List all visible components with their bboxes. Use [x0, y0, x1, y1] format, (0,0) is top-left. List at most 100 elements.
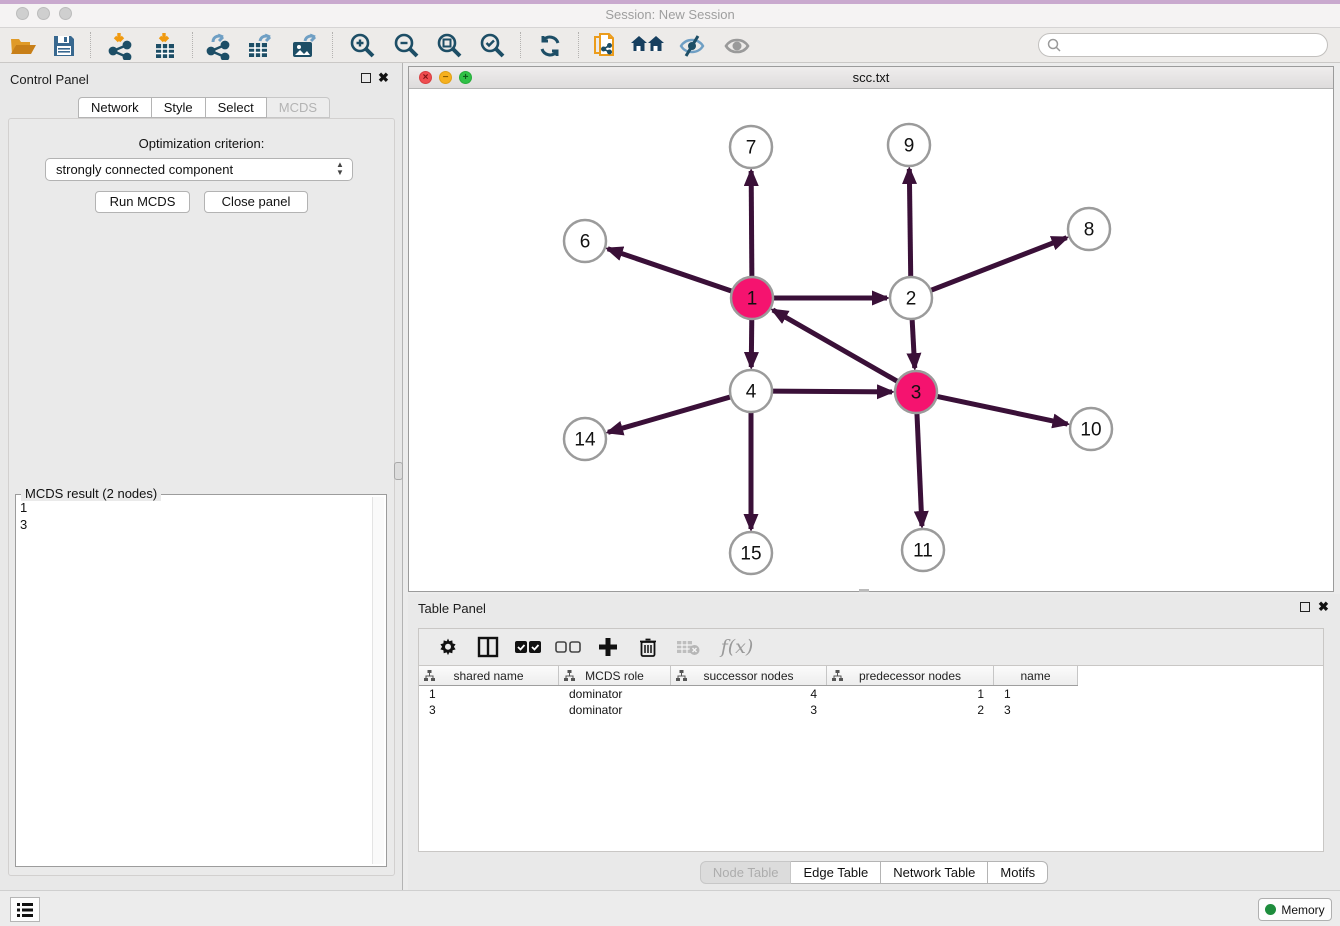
- node-table[interactable]: shared nameMCDS rolesuccessor nodes prede…: [418, 665, 1324, 852]
- edge-3-1[interactable]: [773, 310, 898, 382]
- tab-style[interactable]: Style: [152, 97, 206, 118]
- show-all-button[interactable]: [719, 30, 755, 61]
- cell-predecessor-nodes[interactable]: 2: [827, 702, 994, 718]
- zoom-fit-icon: [435, 32, 463, 60]
- export-table-button[interactable]: [243, 30, 279, 61]
- cell-successor-nodes[interactable]: 3: [671, 702, 827, 718]
- memory-button[interactable]: Memory: [1258, 898, 1332, 921]
- delete-table-button[interactable]: [675, 634, 701, 660]
- network-view-window: × − + scc.txt 7968124314101511: [408, 66, 1334, 592]
- fx-icon: f(x): [721, 636, 754, 658]
- cell-shared-name[interactable]: 1: [419, 686, 559, 702]
- network-resize-handle[interactable]: [859, 589, 869, 592]
- network-window-titlebar[interactable]: × − + scc.txt: [409, 67, 1333, 89]
- search-input[interactable]: [1061, 37, 1327, 53]
- close-panel-icon[interactable]: ✖: [378, 70, 389, 86]
- edge-3-11[interactable]: [917, 413, 922, 526]
- import-table-button[interactable]: [147, 30, 183, 61]
- zoom-out-button[interactable]: [388, 30, 424, 61]
- clone-network-icon: [592, 32, 618, 60]
- select-all-button[interactable]: [515, 634, 541, 660]
- table-settings-button[interactable]: [435, 634, 461, 660]
- panel-splitter-handle[interactable]: [394, 462, 403, 480]
- delete-column-button[interactable]: [635, 634, 661, 660]
- export-network-button[interactable]: [201, 30, 237, 61]
- trash-icon: [639, 637, 657, 657]
- tab-motifs[interactable]: Motifs: [988, 861, 1048, 884]
- task-history-button[interactable]: [10, 897, 40, 922]
- edge-1-4[interactable]: [751, 319, 752, 367]
- optimization-criterion-select[interactable]: strongly connected component ▲▼: [45, 158, 353, 181]
- column-header-successor-nodes[interactable]: successor nodes: [671, 666, 827, 685]
- tab-edge-table[interactable]: Edge Table: [791, 861, 881, 884]
- mcds-result-text[interactable]: 1 3: [20, 499, 370, 862]
- cell-successor-nodes[interactable]: 4: [671, 686, 827, 702]
- result-scrollbar[interactable]: [372, 497, 384, 864]
- memory-label: Memory: [1281, 903, 1324, 917]
- clone-network-button[interactable]: [587, 30, 623, 61]
- refresh-icon: [537, 33, 563, 59]
- cell-name[interactable]: 1: [994, 686, 1078, 702]
- close-panel-button[interactable]: Close panel: [204, 191, 308, 213]
- table-row[interactable]: 3dominator323: [419, 702, 1323, 718]
- tab-mcds[interactable]: MCDS: [267, 97, 330, 118]
- run-mcds-button[interactable]: Run MCDS: [95, 191, 190, 213]
- edge-4-3[interactable]: [772, 391, 892, 392]
- tab-network[interactable]: Network: [78, 97, 152, 118]
- column-header-name[interactable]: name: [994, 666, 1078, 685]
- close-table-panel-icon[interactable]: ✖: [1318, 599, 1329, 615]
- zoom-in-button[interactable]: [344, 30, 380, 61]
- main-toolbar: [0, 28, 1340, 63]
- refresh-button[interactable]: [532, 30, 568, 61]
- edge-4-14[interactable]: [608, 397, 731, 433]
- float-table-panel-icon[interactable]: [1300, 602, 1310, 612]
- node-label-2: 2: [906, 289, 917, 310]
- control-panel-title: Control Panel: [10, 72, 89, 87]
- tab-network-table[interactable]: Network Table: [881, 861, 988, 884]
- float-panel-icon[interactable]: [361, 73, 371, 83]
- edge-3-10[interactable]: [937, 396, 1068, 424]
- column-header-predecessor-nodes[interactable]: predecessor nodes: [827, 666, 994, 685]
- titlebar[interactable]: Session: New Session: [0, 4, 1340, 28]
- first-neighbors-button[interactable]: [630, 30, 666, 61]
- cell-predecessor-nodes[interactable]: 1: [827, 686, 994, 702]
- export-image-button[interactable]: [287, 30, 323, 61]
- toolbar-separator: [192, 32, 193, 58]
- edge-2-3[interactable]: [912, 319, 915, 368]
- save-session-button[interactable]: [46, 30, 82, 61]
- add-column-button[interactable]: [595, 634, 621, 660]
- export-image-icon: [290, 32, 320, 60]
- export-table-icon: [246, 32, 276, 60]
- network-canvas-svg[interactable]: 7968124314101511: [409, 89, 1333, 591]
- network-window-title: scc.txt: [409, 70, 1333, 85]
- column-label: predecessor nodes: [859, 669, 961, 683]
- node-label-15: 15: [740, 544, 761, 565]
- search-box[interactable]: [1038, 33, 1328, 57]
- open-session-button[interactable]: [5, 30, 41, 61]
- edge-2-8[interactable]: [931, 238, 1067, 291]
- edge-2-9[interactable]: [909, 169, 910, 277]
- cell-MCDS-role[interactable]: dominator: [559, 686, 671, 702]
- tab-select[interactable]: Select: [206, 97, 267, 118]
- search-icon: [1047, 38, 1061, 52]
- zoom-fit-button[interactable]: [431, 30, 467, 61]
- application-window: Session: New Session: [0, 0, 1340, 926]
- function-builder-button[interactable]: f(x): [715, 634, 759, 660]
- cell-name[interactable]: 3: [994, 702, 1078, 718]
- column-header-shared-name[interactable]: shared name: [419, 666, 559, 685]
- import-network-button[interactable]: [103, 30, 139, 61]
- tab-node-table[interactable]: Node Table: [700, 861, 792, 884]
- deselect-all-button[interactable]: [555, 634, 581, 660]
- table-row[interactable]: 1dominator411: [419, 686, 1323, 702]
- cell-MCDS-role[interactable]: dominator: [559, 702, 671, 718]
- column-header-MCDS-role[interactable]: MCDS role: [559, 666, 671, 685]
- edge-1-7[interactable]: [751, 171, 752, 277]
- column-label: name: [1020, 669, 1050, 683]
- edge-1-6[interactable]: [608, 249, 732, 291]
- zoom-selected-button[interactable]: [474, 30, 510, 61]
- node-label-8: 8: [1084, 220, 1095, 241]
- cell-shared-name[interactable]: 3: [419, 702, 559, 718]
- open-folder-icon: [10, 34, 37, 58]
- hide-selected-button[interactable]: [674, 30, 710, 61]
- toggle-panes-button[interactable]: [475, 634, 501, 660]
